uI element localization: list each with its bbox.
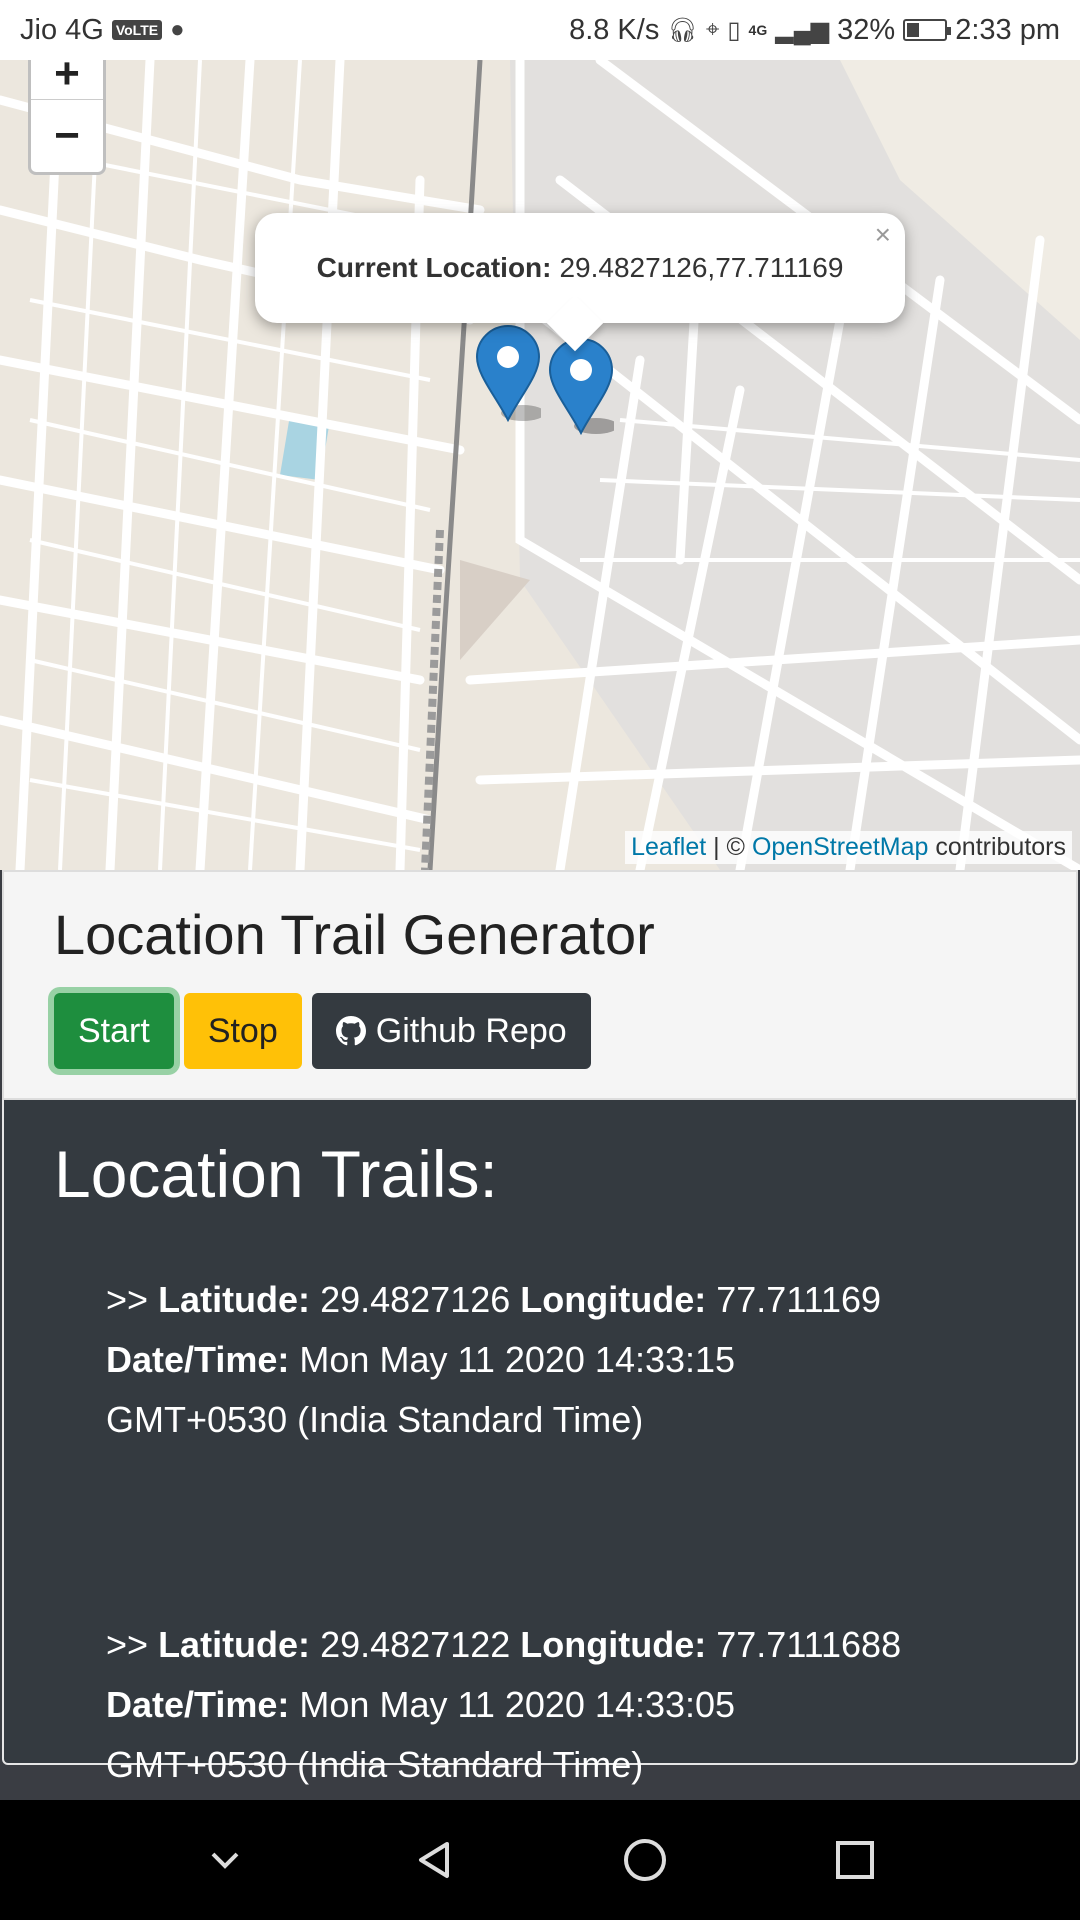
carrier-label: Jio 4G xyxy=(20,13,104,46)
attribution-separator: | © xyxy=(706,833,752,861)
network-speed: 8.8 K/s xyxy=(569,13,660,46)
zoom-control: + − xyxy=(28,60,106,175)
zoom-out-button[interactable]: − xyxy=(31,100,103,172)
popup-coordinates: 29.4827126,77.711169 xyxy=(559,252,844,283)
longitude-value: 77.7111688 xyxy=(716,1624,902,1665)
trail-entry: >> Latitude: 29.4827126 Longitude: 77.71… xyxy=(106,1270,1026,1450)
map-attribution: Leaflet | © OpenStreetMap contributors xyxy=(625,831,1072,864)
trails-heading: Location Trails: xyxy=(54,1137,498,1211)
battery-icon xyxy=(903,19,952,41)
latitude-value: 29.4827126 xyxy=(320,1279,511,1320)
chevron-down-icon[interactable] xyxy=(195,1830,255,1890)
leaflet-link[interactable]: Leaflet xyxy=(631,833,706,861)
headset-icon: 🎧︎ xyxy=(667,16,698,44)
longitude-label: Longitude: xyxy=(520,1624,707,1665)
button-group: Start Stop Github Repo xyxy=(54,993,1026,1069)
current-location-marker-icon[interactable] xyxy=(548,338,614,438)
stop-button[interactable]: Stop xyxy=(183,993,302,1069)
map-tiles[interactable] xyxy=(0,60,1080,870)
map-marker-icon[interactable] xyxy=(475,325,541,425)
status-bar: Jio 4G VoLTE ● 8.8 K/s 🎧︎ ⌖ ▯ 4G ▂▄▆ 32%… xyxy=(0,0,1080,60)
control-panel: Location Trail Generator Start Stop Gith… xyxy=(2,870,1078,1100)
longitude-value: 77.711169 xyxy=(716,1279,882,1320)
attribution-suffix: contributors xyxy=(928,833,1066,861)
popup-label: Current Location: xyxy=(316,252,552,283)
system-nav-bar xyxy=(0,1800,1080,1920)
osm-link[interactable]: OpenStreetMap xyxy=(752,833,929,861)
location-trails-panel: Location Trails: >> Latitude: 29.4827126… xyxy=(2,1100,1078,1785)
chat-icon: ● xyxy=(170,16,185,43)
home-icon[interactable] xyxy=(615,1830,675,1890)
clock: 2:33 pm xyxy=(955,13,1060,46)
github-icon xyxy=(335,1016,366,1046)
recents-icon[interactable] xyxy=(825,1830,885,1890)
popup-close-button[interactable]: × xyxy=(875,219,891,251)
datetime-label: Date/Time: xyxy=(106,1339,290,1380)
timezone-value: GMT+0530 (India Standard Time) xyxy=(106,1399,644,1440)
github-repo-label: Github Repo xyxy=(375,1011,567,1050)
datetime-value: Mon May 11 2020 14:33:15 xyxy=(299,1339,736,1380)
map-view[interactable]: + − × Current Location: 29.4827126,77.711… xyxy=(0,60,1080,870)
page-title: Location Trail Generator xyxy=(54,903,655,966)
longitude-label: Longitude: xyxy=(520,1279,707,1320)
timezone-value: GMT+0530 (India Standard Time) xyxy=(106,1744,644,1785)
location-popup: × Current Location: 29.4827126,77.711169 xyxy=(255,213,905,352)
volte-icon: VoLTE xyxy=(111,20,163,40)
latitude-value: 29.4827122 xyxy=(320,1624,511,1665)
entry-prefix: >> xyxy=(106,1624,159,1665)
trail-entry: >> Latitude: 29.4827122 Longitude: 77.71… xyxy=(106,1615,1026,1795)
location-icon: ⌖ xyxy=(705,16,720,43)
latitude-label: Latitude: xyxy=(158,1624,311,1665)
vibrate-icon: ▯ xyxy=(727,16,741,44)
entry-prefix: >> xyxy=(106,1279,159,1320)
battery-percent: 32% xyxy=(837,13,896,46)
github-repo-button[interactable]: Github Repo xyxy=(311,993,591,1069)
zoom-in-button[interactable]: + xyxy=(31,60,103,100)
network-type: 4G xyxy=(748,22,768,38)
datetime-label: Date/Time: xyxy=(106,1684,290,1725)
datetime-value: Mon May 11 2020 14:33:05 xyxy=(299,1684,736,1725)
latitude-label: Latitude: xyxy=(158,1279,311,1320)
back-icon[interactable] xyxy=(405,1830,465,1890)
signal-icon: ▂▄▆ xyxy=(775,16,830,44)
start-button[interactable]: Start xyxy=(54,993,174,1069)
